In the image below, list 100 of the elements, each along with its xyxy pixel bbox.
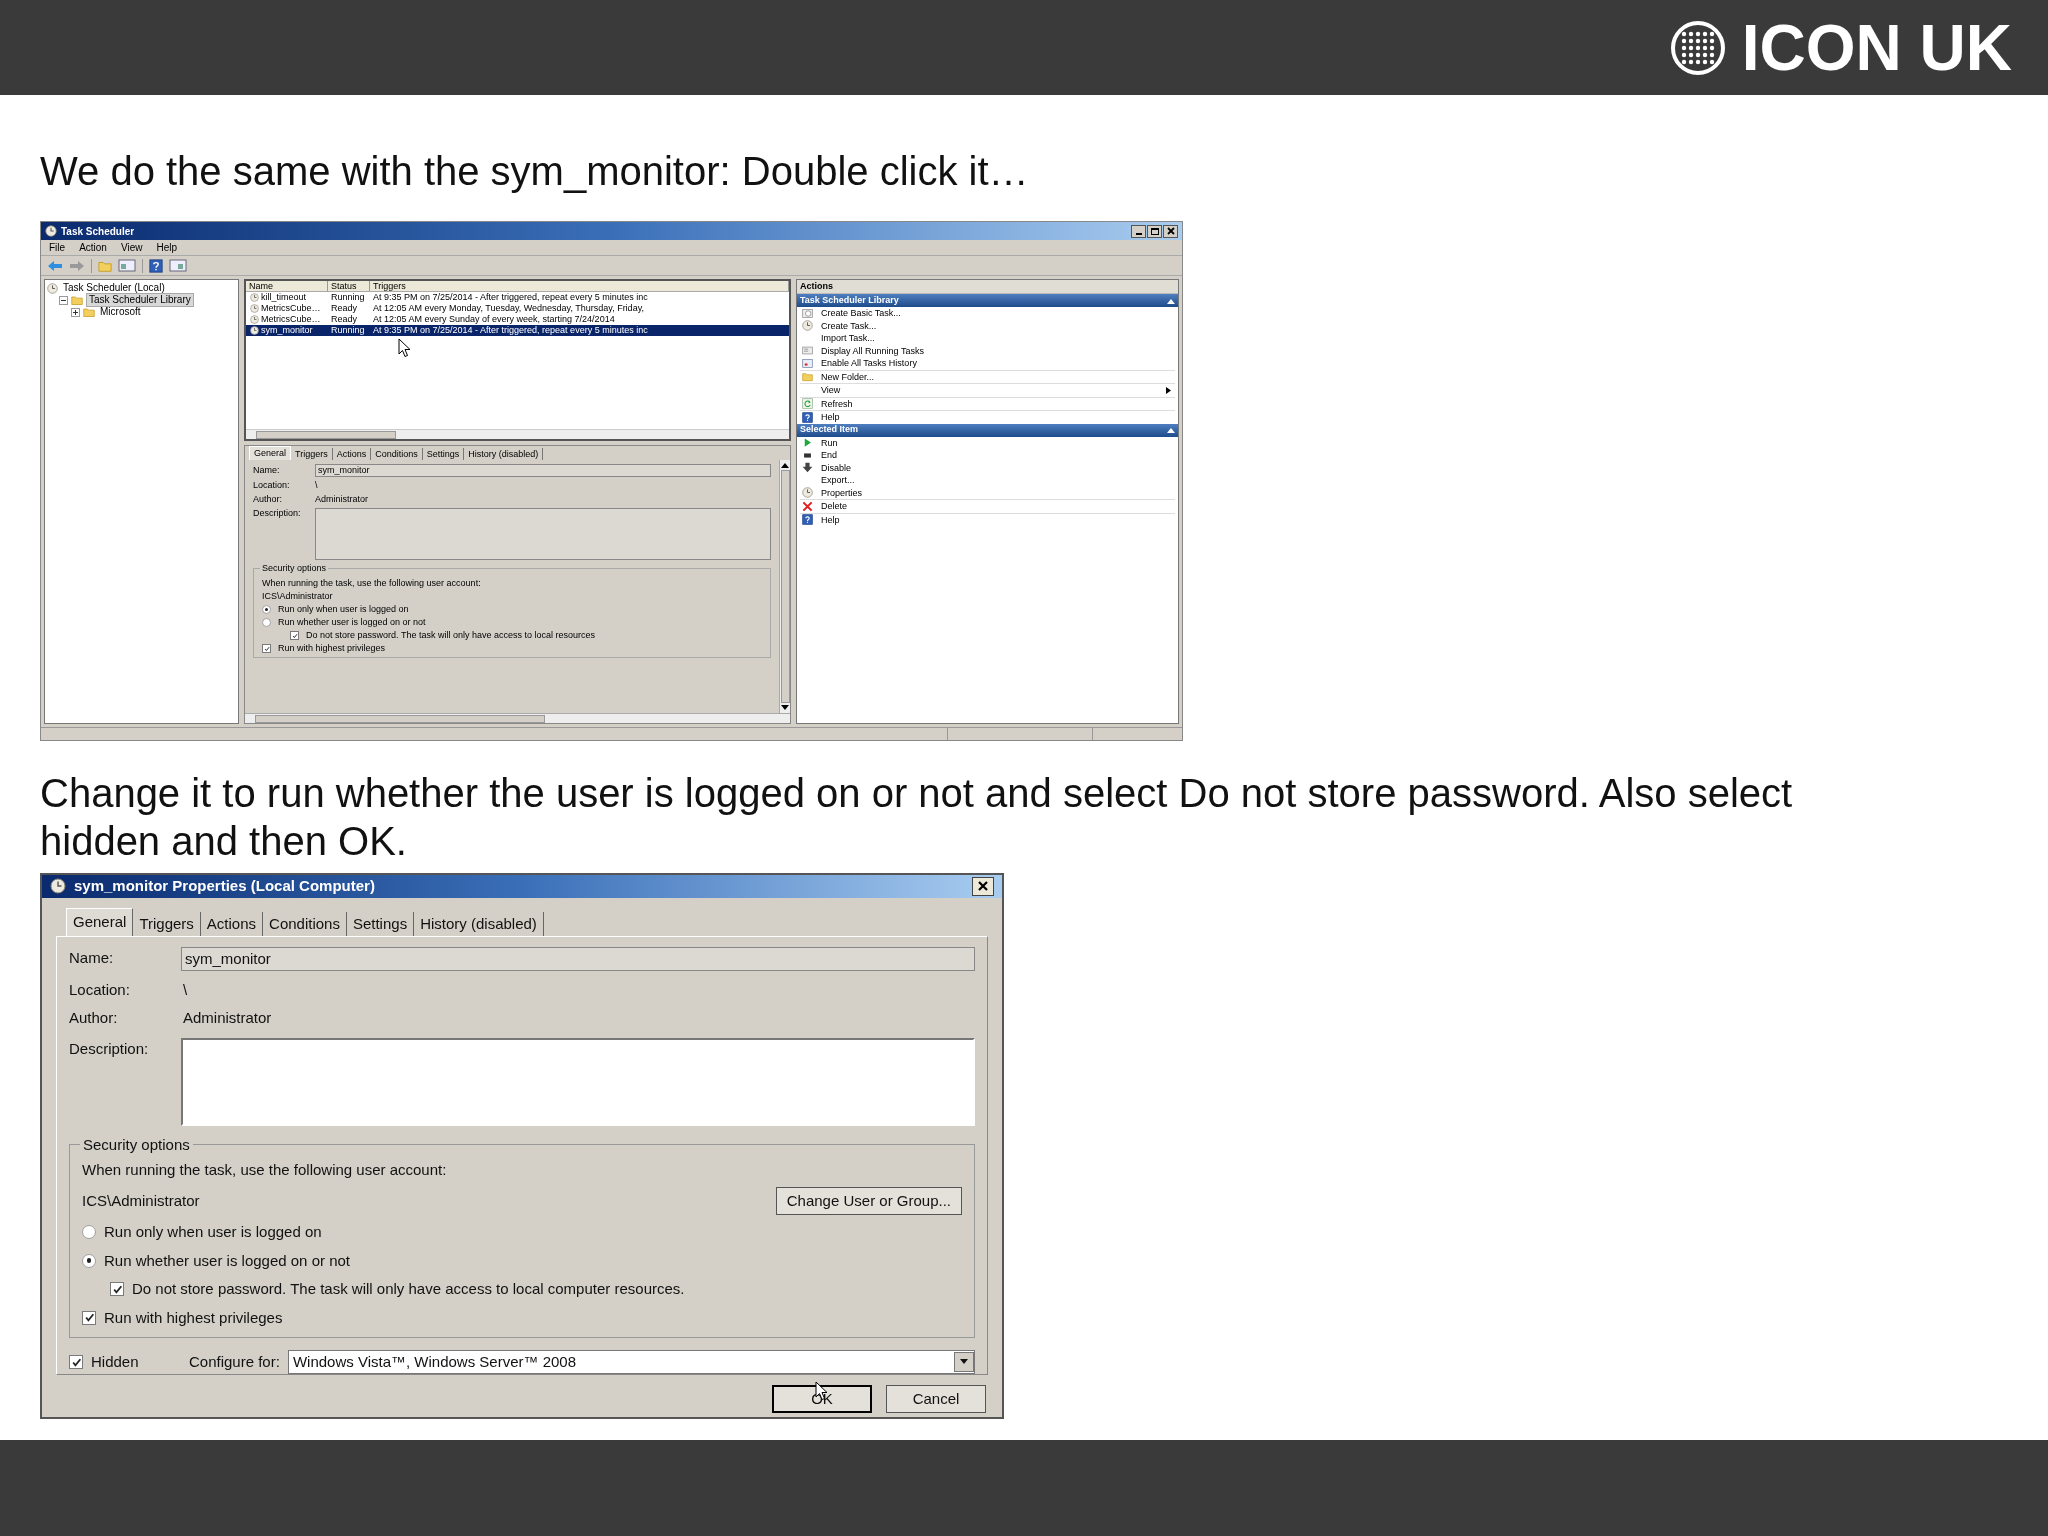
tree-item[interactable]: Microsoft bbox=[98, 306, 143, 318]
column-header[interactable]: Name bbox=[246, 281, 328, 291]
radio-button[interactable] bbox=[262, 605, 271, 614]
close-icon bbox=[977, 880, 989, 893]
radio-button[interactable] bbox=[82, 1253, 96, 1268]
tab[interactable]: Conditions bbox=[263, 911, 347, 936]
option-label: Run with highest privileges bbox=[104, 1307, 283, 1328]
menu-item[interactable]: View bbox=[120, 240, 143, 255]
task-row[interactable]: MetricsCube… Ready At 12:05 AM every Sunday of every week, starting 7/24/2014 bbox=[246, 314, 789, 325]
pane-link[interactable]: Properties bbox=[821, 486, 863, 499]
collapse-icon[interactable] bbox=[59, 295, 68, 305]
menu-item[interactable]: File bbox=[49, 240, 66, 255]
table-cell-text: Ready bbox=[330, 303, 358, 314]
checkbox[interactable] bbox=[262, 644, 271, 653]
list-icon bbox=[802, 345, 813, 357]
play-icon bbox=[802, 437, 813, 449]
menu-item[interactable]: Help bbox=[156, 240, 177, 255]
account-name: ICS\Administrator bbox=[82, 1190, 200, 1211]
tab[interactable]: Settings bbox=[346, 911, 415, 936]
clock-icon bbox=[250, 315, 259, 324]
field-label: Author: bbox=[69, 1008, 119, 1028]
pane-link[interactable]: Help bbox=[821, 411, 840, 424]
dialog-title: sym_monitor Properties (Local Computer) bbox=[74, 876, 375, 896]
tab[interactable]: History (disabled) bbox=[464, 448, 544, 460]
tree-item[interactable]: Task Scheduler Library bbox=[86, 293, 194, 307]
radio-button[interactable] bbox=[262, 618, 271, 627]
checkbox[interactable] bbox=[69, 1355, 83, 1369]
scroll-down-icon bbox=[781, 705, 789, 711]
dropdown-caret-icon bbox=[960, 1359, 968, 1365]
expand-icon[interactable] bbox=[71, 307, 80, 317]
field-value: Administrator bbox=[315, 494, 368, 505]
name-field[interactable]: sym_monitor bbox=[181, 946, 975, 971]
checkbox[interactable] bbox=[290, 631, 299, 640]
pane-link[interactable]: View bbox=[821, 384, 841, 397]
radio-button[interactable] bbox=[82, 1225, 96, 1240]
pane-link[interactable]: End bbox=[821, 449, 837, 462]
maximize-button[interactable] bbox=[1147, 224, 1162, 238]
pane-link[interactable]: Display All Running Tasks bbox=[821, 344, 924, 357]
close-button[interactable] bbox=[1163, 224, 1178, 238]
tab[interactable]: Triggers bbox=[291, 448, 333, 460]
tab[interactable]: General bbox=[249, 446, 292, 460]
close-button[interactable] bbox=[972, 876, 994, 896]
clock-icon bbox=[50, 878, 66, 895]
dialog-button[interactable]: Cancel bbox=[886, 1385, 986, 1413]
description-field[interactable] bbox=[315, 508, 771, 560]
column-header[interactable]: Triggers bbox=[370, 281, 789, 291]
tab[interactable]: Actions bbox=[332, 448, 372, 460]
tree-item[interactable]: Task Scheduler (Local) bbox=[61, 282, 167, 294]
name-field[interactable]: sym_monitor bbox=[315, 464, 771, 477]
option-label: Run with highest privileges bbox=[278, 643, 386, 654]
table-cell: MetricsCube… bbox=[261, 303, 321, 314]
pane-link[interactable]: Enable All Tasks History bbox=[821, 357, 917, 370]
caption: Change it to run whether the user is logged on or not and select Do not store password. Also select hidden and then OK. bbox=[40, 770, 1794, 865]
menu-item[interactable]: Action bbox=[79, 240, 107, 255]
minimize-button[interactable] bbox=[1131, 224, 1146, 238]
table-cell-text: Running bbox=[330, 292, 366, 303]
pane-link[interactable]: Disable bbox=[821, 461, 851, 474]
window-icon bbox=[802, 357, 813, 369]
clock-icon bbox=[250, 326, 259, 335]
horizontal-scrollbar[interactable] bbox=[246, 429, 789, 439]
table-cell-text: At 9:35 PM on 7/25/2014 - After triggered, repeat every 5 minutes inc bbox=[372, 292, 649, 303]
pane-link[interactable]: New Folder... bbox=[821, 370, 875, 383]
pane-link[interactable]: Delete bbox=[821, 500, 847, 513]
tab[interactable]: Conditions bbox=[371, 448, 423, 460]
section-header[interactable]: Selected Item bbox=[797, 423, 1178, 437]
tab[interactable]: Settings bbox=[422, 448, 465, 460]
clock-icon bbox=[802, 487, 813, 499]
pane-link[interactable]: Run bbox=[821, 436, 838, 449]
pane-link[interactable]: Help bbox=[821, 513, 840, 526]
tab[interactable]: Actions bbox=[200, 911, 264, 936]
pane-link[interactable]: Export... bbox=[821, 474, 855, 487]
clock-icon bbox=[802, 320, 813, 332]
configure-dropdown[interactable]: Windows Vista™, Windows Server™ 2008 bbox=[287, 1350, 975, 1374]
change-user-button[interactable]: Change User or Group... bbox=[775, 1187, 962, 1215]
pane-title: Actions bbox=[797, 280, 1178, 294]
table-cell-text: At 12:05 AM every Sunday of every week, starting 7/24/2014 bbox=[372, 314, 616, 325]
pane-link[interactable]: Create Task... bbox=[821, 319, 877, 332]
table-cell-text: At 9:35 PM on 7/25/2014 - After triggered, repeat every 5 minutes inc bbox=[372, 325, 649, 336]
column-header[interactable]: Status bbox=[328, 281, 370, 291]
option-label: Run whether user is logged on or not bbox=[278, 617, 426, 628]
horizontal-scrollbar[interactable] bbox=[245, 713, 790, 723]
task-row[interactable]: MetricsCube… Ready At 12:05 AM every Monday, Tuesday, Wednesday, Thursday, Friday, bbox=[246, 303, 789, 314]
description-field[interactable] bbox=[181, 1037, 975, 1126]
pane-link[interactable]: Refresh bbox=[821, 397, 853, 410]
pane-link[interactable]: Import Task... bbox=[821, 332, 875, 345]
section-header[interactable]: Task Scheduler Library bbox=[797, 294, 1178, 307]
plus-icon bbox=[72, 308, 79, 316]
tab[interactable]: History (disabled) bbox=[414, 911, 544, 936]
checkbox[interactable] bbox=[110, 1282, 124, 1297]
option-label: Run only when user is logged on bbox=[278, 604, 409, 615]
vertical-scrollbar[interactable] bbox=[779, 460, 790, 713]
checkbox[interactable] bbox=[82, 1310, 96, 1325]
collapse-caret-icon bbox=[1167, 297, 1175, 304]
pane-link[interactable]: Create Basic Task... bbox=[821, 307, 901, 320]
tab[interactable]: General bbox=[66, 907, 134, 936]
task-row[interactable]: kill_timeout Running At 9:35 PM on 7/25/2014 - After triggered, repeat every 5 minutes inc bbox=[246, 292, 789, 303]
field-label: Description: bbox=[253, 508, 302, 520]
account-name: ICS\Administrator bbox=[262, 591, 334, 602]
task-row[interactable]: sym_monitor Running At 9:35 PM on 7/25/2014 - After triggered, repeat every 5 minutes inc bbox=[246, 325, 789, 336]
tab[interactable]: Triggers bbox=[133, 911, 201, 936]
